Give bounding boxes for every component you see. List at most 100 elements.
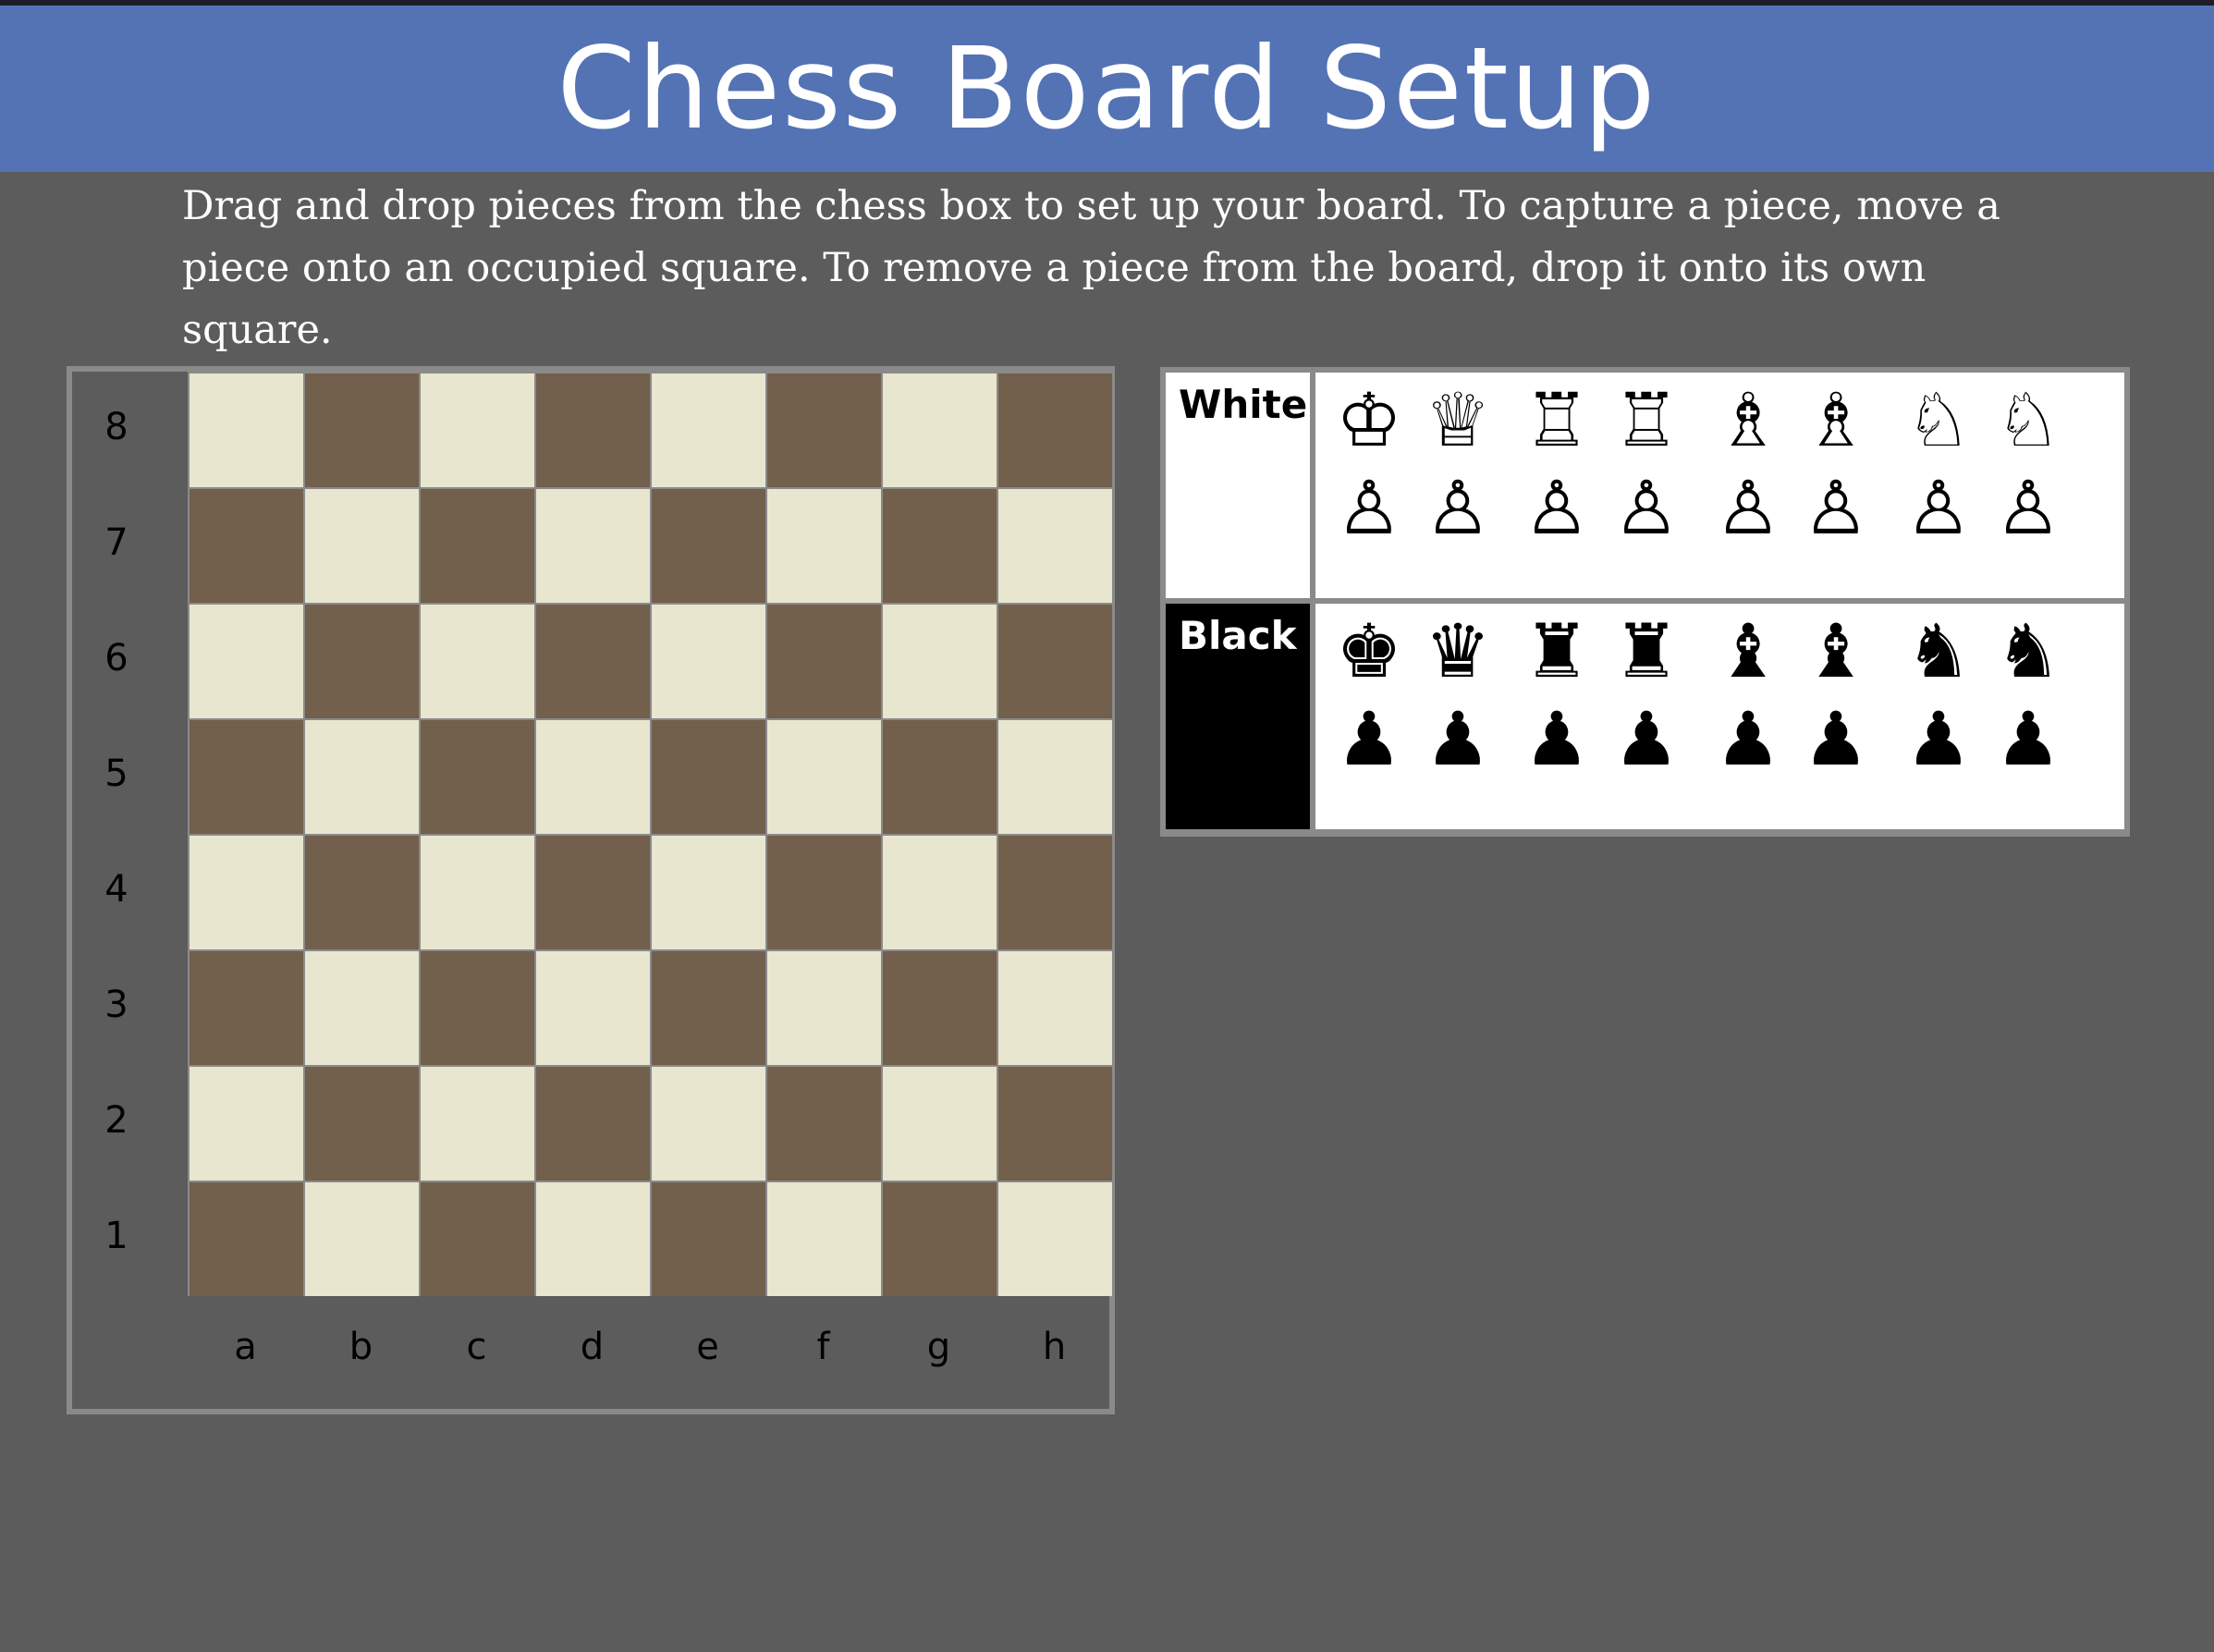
- square-a7[interactable]: [190, 489, 303, 603]
- square-b7[interactable]: [305, 489, 419, 603]
- black-pawn-icon[interactable]: ♟: [1523, 699, 1590, 780]
- square-d5[interactable]: [536, 720, 650, 834]
- black-pawn-icon[interactable]: ♟: [1803, 699, 1869, 780]
- square-c4[interactable]: [421, 836, 534, 949]
- square-a5[interactable]: [190, 720, 303, 834]
- square-f4[interactable]: [767, 836, 881, 949]
- black-knight-icon[interactable]: ♞: [1995, 611, 2061, 692]
- square-f2[interactable]: [767, 1067, 881, 1181]
- black-queen-icon[interactable]: ♛: [1425, 611, 1491, 692]
- square-f5[interactable]: [767, 720, 881, 834]
- square-e4[interactable]: [652, 836, 765, 949]
- white-pawn-icon[interactable]: ♙: [1715, 468, 1781, 549]
- square-c2[interactable]: [421, 1067, 534, 1181]
- instructions-text: Drag and drop pieces from the chess box …: [182, 183, 2000, 353]
- square-c6[interactable]: [421, 605, 534, 718]
- white-bishop-icon[interactable]: ♗: [1715, 380, 1781, 461]
- square-d2[interactable]: [536, 1067, 650, 1181]
- square-c3[interactable]: [421, 951, 534, 1065]
- square-c1[interactable]: [421, 1182, 534, 1296]
- square-a4[interactable]: [190, 836, 303, 949]
- square-b4[interactable]: [305, 836, 419, 949]
- square-e5[interactable]: [652, 720, 765, 834]
- square-a1[interactable]: [190, 1182, 303, 1296]
- square-g6[interactable]: [883, 605, 997, 718]
- black-rook-icon[interactable]: ♜: [1613, 611, 1680, 692]
- white-king-icon[interactable]: ♔: [1336, 380, 1402, 461]
- square-d8[interactable]: [536, 373, 650, 487]
- white-pawn-icon[interactable]: ♙: [1523, 468, 1590, 549]
- square-h4[interactable]: [998, 836, 1112, 949]
- white-pawn-icon[interactable]: ♙: [1613, 468, 1680, 549]
- square-f8[interactable]: [767, 373, 881, 487]
- square-h8[interactable]: [998, 373, 1112, 487]
- white-knight-icon[interactable]: ♘: [1905, 380, 1972, 461]
- square-c7[interactable]: [421, 489, 534, 603]
- square-e7[interactable]: [652, 489, 765, 603]
- black-pawn-icon[interactable]: ♟: [1995, 699, 2061, 780]
- square-d1[interactable]: [536, 1182, 650, 1296]
- square-b3[interactable]: [305, 951, 419, 1065]
- square-e8[interactable]: [652, 373, 765, 487]
- square-a2[interactable]: [190, 1067, 303, 1181]
- square-g5[interactable]: [883, 720, 997, 834]
- square-h1[interactable]: [998, 1182, 1112, 1296]
- white-pawn-icon[interactable]: ♙: [1803, 468, 1869, 549]
- square-e3[interactable]: [652, 951, 765, 1065]
- white-knight-icon[interactable]: ♘: [1995, 380, 2061, 461]
- black-king-icon[interactable]: ♚: [1336, 611, 1402, 692]
- square-d3[interactable]: [536, 951, 650, 1065]
- square-d6[interactable]: [536, 605, 650, 718]
- square-d4[interactable]: [536, 836, 650, 949]
- square-g1[interactable]: [883, 1182, 997, 1296]
- square-c8[interactable]: [421, 373, 534, 487]
- white-rook-icon[interactable]: ♖: [1613, 380, 1680, 461]
- square-f6[interactable]: [767, 605, 881, 718]
- black-pieces-row: Black ♚ ♛ ♜ ♜ ♝ ♝ ♞ ♞ ♟ ♟ ♟ ♟ ♟ ♟ ♟ ♟: [1166, 604, 2124, 829]
- square-f7[interactable]: [767, 489, 881, 603]
- square-a8[interactable]: [190, 373, 303, 487]
- black-pawn-icon[interactable]: ♟: [1715, 699, 1781, 780]
- white-pawn-icon[interactable]: ♙: [1995, 468, 2061, 549]
- square-b5[interactable]: [305, 720, 419, 834]
- square-g8[interactable]: [883, 373, 997, 487]
- square-a3[interactable]: [190, 951, 303, 1065]
- square-h2[interactable]: [998, 1067, 1112, 1181]
- square-h6[interactable]: [998, 605, 1112, 718]
- black-bishop-icon[interactable]: ♝: [1803, 611, 1869, 692]
- square-f3[interactable]: [767, 951, 881, 1065]
- black-pawn-icon[interactable]: ♟: [1613, 699, 1680, 780]
- square-d7[interactable]: [536, 489, 650, 603]
- square-g3[interactable]: [883, 951, 997, 1065]
- square-b2[interactable]: [305, 1067, 419, 1181]
- black-pawn-icon[interactable]: ♟: [1905, 699, 1972, 780]
- black-knight-icon[interactable]: ♞: [1905, 611, 1972, 692]
- square-b1[interactable]: [305, 1182, 419, 1296]
- white-bishop-icon[interactable]: ♗: [1803, 380, 1869, 461]
- square-g4[interactable]: [883, 836, 997, 949]
- white-pawn-icon[interactable]: ♙: [1425, 468, 1491, 549]
- white-rook-icon[interactable]: ♖: [1523, 380, 1590, 461]
- square-b6[interactable]: [305, 605, 419, 718]
- black-pawn-icon[interactable]: ♟: [1336, 699, 1402, 780]
- square-g7[interactable]: [883, 489, 997, 603]
- square-h7[interactable]: [998, 489, 1112, 603]
- black-pawn-icon[interactable]: ♟: [1425, 699, 1491, 780]
- white-pawn-icon[interactable]: ♙: [1336, 468, 1402, 549]
- square-h5[interactable]: [998, 720, 1112, 834]
- square-b8[interactable]: [305, 373, 419, 487]
- square-e1[interactable]: [652, 1182, 765, 1296]
- square-h3[interactable]: [998, 951, 1112, 1065]
- square-f1[interactable]: [767, 1182, 881, 1296]
- black-bishop-icon[interactable]: ♝: [1715, 611, 1781, 692]
- white-queen-icon[interactable]: ♕: [1425, 380, 1491, 461]
- black-rook-icon[interactable]: ♜: [1523, 611, 1590, 692]
- square-a6[interactable]: [190, 605, 303, 718]
- white-label: White: [1166, 373, 1310, 598]
- file-label: f: [816, 1326, 830, 1368]
- square-e6[interactable]: [652, 605, 765, 718]
- white-pawn-icon[interactable]: ♙: [1905, 468, 1972, 549]
- square-e2[interactable]: [652, 1067, 765, 1181]
- square-c5[interactable]: [421, 720, 534, 834]
- square-g2[interactable]: [883, 1067, 997, 1181]
